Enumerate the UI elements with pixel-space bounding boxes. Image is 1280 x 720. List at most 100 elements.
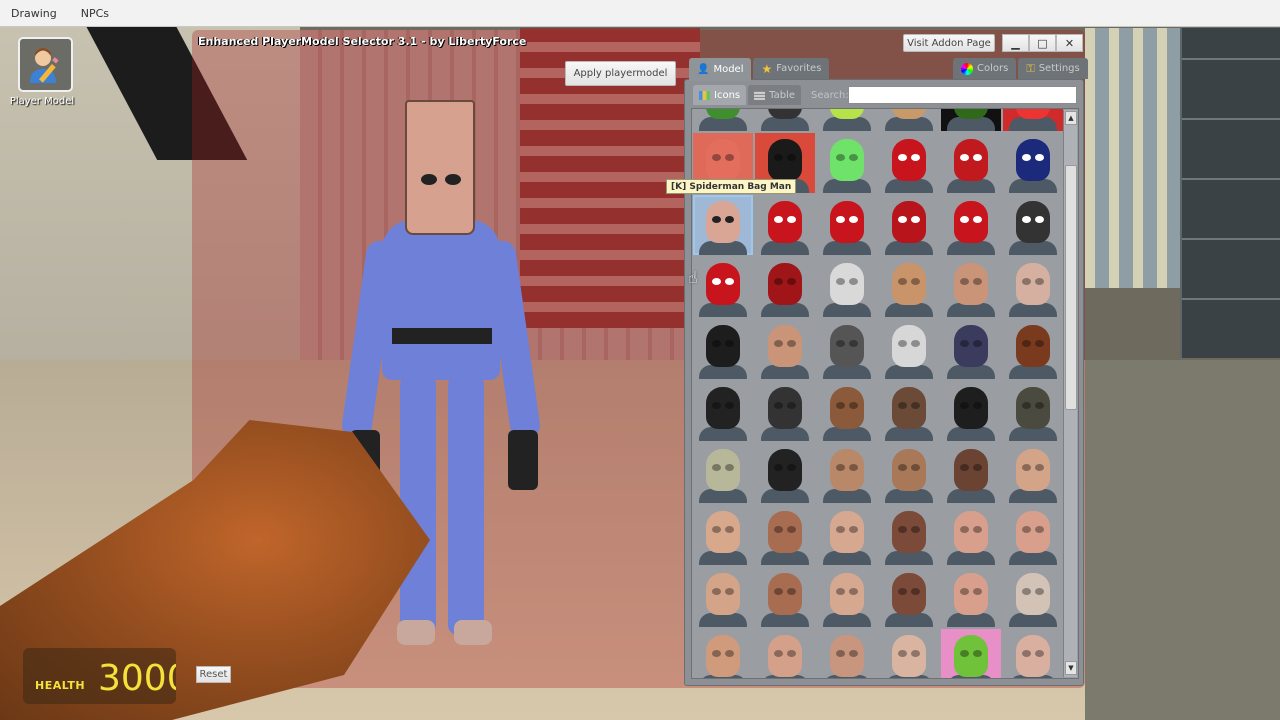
- model-icon-dod-american[interactable]: [817, 443, 877, 503]
- reset-button[interactable]: Reset: [196, 666, 231, 683]
- model-icon-female-04[interactable]: [817, 505, 877, 565]
- model-icon-combine-prison[interactable]: [941, 319, 1001, 379]
- model-icon-armored-character[interactable]: [879, 109, 939, 131]
- model-icon-male-09[interactable]: [941, 443, 1001, 503]
- model-shoulders: [885, 241, 933, 255]
- model-icon-combine-elite[interactable]: [879, 319, 939, 379]
- model-icon-eli-old[interactable]: [1003, 257, 1063, 317]
- maximize-button[interactable]: □: [1029, 34, 1056, 52]
- grid-scrollbar[interactable]: ▲ ▼: [1063, 110, 1077, 677]
- model-icon-green-hood[interactable]: [817, 133, 877, 193]
- model-icon-combine-soldier[interactable]: [817, 319, 877, 379]
- model-eye-right: [973, 340, 982, 347]
- search-input[interactable]: [848, 86, 1077, 104]
- model-icon-spiderman-classic[interactable]: [879, 133, 939, 193]
- model-head: [954, 635, 988, 677]
- menu-npcs[interactable]: NPCs: [81, 7, 109, 20]
- model-eye-right: [1035, 216, 1044, 223]
- road: [1085, 360, 1280, 720]
- model-icon-female-02[interactable]: [693, 505, 753, 565]
- model-eye-right: [849, 154, 858, 161]
- model-eye-right: [973, 464, 982, 471]
- model-icon-anti-venom[interactable]: [817, 257, 877, 317]
- model-icon-swat[interactable]: [693, 443, 753, 503]
- model-icon-leet[interactable]: [941, 381, 1001, 441]
- model-icon-charple[interactable]: [693, 319, 753, 379]
- model-icon-corpse[interactable]: [1003, 319, 1063, 379]
- tab-model[interactable]: 👤 Model: [689, 58, 752, 81]
- tab-settings[interactable]: ⚿ Settings: [1018, 58, 1088, 79]
- paper-bag-head: [405, 100, 475, 235]
- scroll-thumb[interactable]: [1065, 165, 1077, 410]
- model-eye-right: [1035, 650, 1044, 657]
- model-eye-right: [911, 464, 920, 471]
- model-icon-spiderman-earmuffs[interactable]: [941, 195, 1001, 255]
- menu-drawing[interactable]: Drawing: [11, 7, 57, 20]
- model-icon-riot[interactable]: [1003, 381, 1063, 441]
- model-icon-kleiner[interactable]: [879, 629, 939, 678]
- model-icon-female-06[interactable]: [941, 505, 1001, 565]
- model-icon-gasmask[interactable]: [755, 381, 815, 441]
- model-icon-alyx[interactable]: [879, 257, 939, 317]
- model-eye-right: [725, 340, 734, 347]
- model-head: [954, 511, 988, 553]
- model-icon-carnage[interactable]: [755, 257, 815, 317]
- model-icon-spiderman-noir[interactable]: [1003, 195, 1063, 255]
- close-button[interactable]: ✕: [1056, 34, 1083, 52]
- left-foot: [397, 620, 435, 645]
- model-eye-left: [774, 526, 783, 533]
- model-icon-spiderman-homemade[interactable]: [879, 195, 939, 255]
- visit-addon-page-button[interactable]: Visit Addon Page: [903, 34, 995, 52]
- model-icon-refugee-female-04[interactable]: [817, 567, 877, 627]
- tab-colors[interactable]: Colors: [953, 58, 1017, 79]
- model-icon-refugee-female-02[interactable]: [693, 567, 753, 627]
- subtab-icons[interactable]: Icons: [693, 85, 747, 105]
- model-icon-urban[interactable]: [755, 443, 815, 503]
- model-icon-refugee-female-06[interactable]: [941, 567, 1001, 627]
- scroll-down-button[interactable]: ▼: [1065, 661, 1077, 675]
- apply-playermodel-button[interactable]: Apply playermodel: [565, 61, 676, 86]
- model-head: [706, 263, 740, 305]
- model-icon-green-costume[interactable]: [817, 109, 877, 131]
- minimize-button[interactable]: ▁: [1002, 34, 1029, 52]
- model-eye-left: [836, 402, 845, 409]
- model-shoulders: [1009, 489, 1057, 503]
- model-icon-male-asian[interactable]: [693, 629, 753, 678]
- model-icon-mountain-dew-can-dark[interactable]: [755, 109, 815, 131]
- model-icon-arctic[interactable]: [879, 381, 939, 441]
- model-icon-spiderman-2099[interactable]: [1003, 133, 1063, 193]
- model-icon-green-pink-model[interactable]: [941, 629, 1001, 678]
- model-icon-barney-civilian[interactable]: [941, 257, 1001, 317]
- model-shoulders: [823, 551, 871, 565]
- model-icon-mw-logo[interactable]: [941, 109, 1001, 131]
- scroll-up-button[interactable]: ▲: [1065, 111, 1077, 125]
- subtab-table[interactable]: Table: [748, 85, 801, 105]
- model-icon-male-02[interactable]: [755, 629, 815, 678]
- model-icon-refugee-female-03[interactable]: [755, 567, 815, 627]
- color-wheel-icon: [961, 62, 973, 75]
- model-icon-female-05[interactable]: [879, 505, 939, 565]
- model-icon-mountain-dew-can[interactable]: [693, 109, 753, 131]
- desktop-icon-player-model[interactable]: Player Model: [10, 37, 76, 107]
- model-icon-gman[interactable]: [1003, 567, 1063, 627]
- model-icon-spiderman-amazing[interactable]: [817, 195, 877, 255]
- model-icon-refugee-female-01[interactable]: [1003, 505, 1063, 565]
- model-icon-dod-german[interactable]: [879, 443, 939, 503]
- tab-favorites[interactable]: ★ Favorites: [753, 58, 830, 79]
- model-eye-left: [836, 464, 845, 471]
- model-icon-spiderman-bag-man[interactable]: [693, 195, 753, 255]
- model-icon-spiderman-goggles[interactable]: [755, 195, 815, 255]
- model-icon-red-flag[interactable]: [1003, 109, 1063, 131]
- model-icon-male-old[interactable]: [817, 629, 877, 678]
- model-icon-breen[interactable]: [1003, 629, 1063, 678]
- model-icon-guerilla[interactable]: [817, 381, 877, 441]
- model-head: [1016, 387, 1050, 429]
- model-icon-refugee-female-05[interactable]: [879, 567, 939, 627]
- model-icon-mossman[interactable]: [755, 319, 815, 379]
- model-icon-spiderman-unmasked-eyes[interactable]: [941, 133, 1001, 193]
- model-icon-female-03[interactable]: [755, 505, 815, 565]
- model-icon-female-01[interactable]: [1003, 443, 1063, 503]
- model-icon-spiderman-ps4[interactable]: [693, 257, 753, 317]
- model-shoulders: [885, 427, 933, 441]
- model-icon-phoenix[interactable]: [693, 381, 753, 441]
